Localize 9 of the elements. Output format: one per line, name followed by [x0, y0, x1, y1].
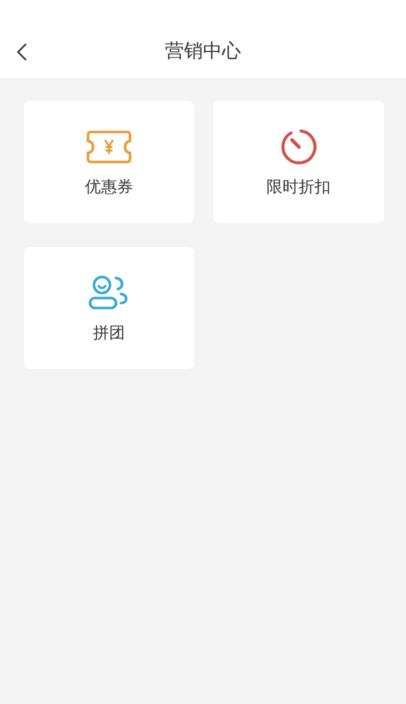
timer-icon: [278, 127, 318, 167]
menu-card[interactable]: 拼团: [24, 247, 194, 369]
page-title: 营销中心: [165, 39, 241, 64]
card-label: 拼团: [93, 323, 125, 344]
back-icon: [16, 42, 28, 62]
menu-card[interactable]: 优惠券: [24, 101, 194, 223]
card-label: 限时折扣: [266, 177, 330, 198]
card-label: 优惠券: [85, 177, 133, 198]
menu-card[interactable]: 限时折扣: [213, 101, 384, 223]
